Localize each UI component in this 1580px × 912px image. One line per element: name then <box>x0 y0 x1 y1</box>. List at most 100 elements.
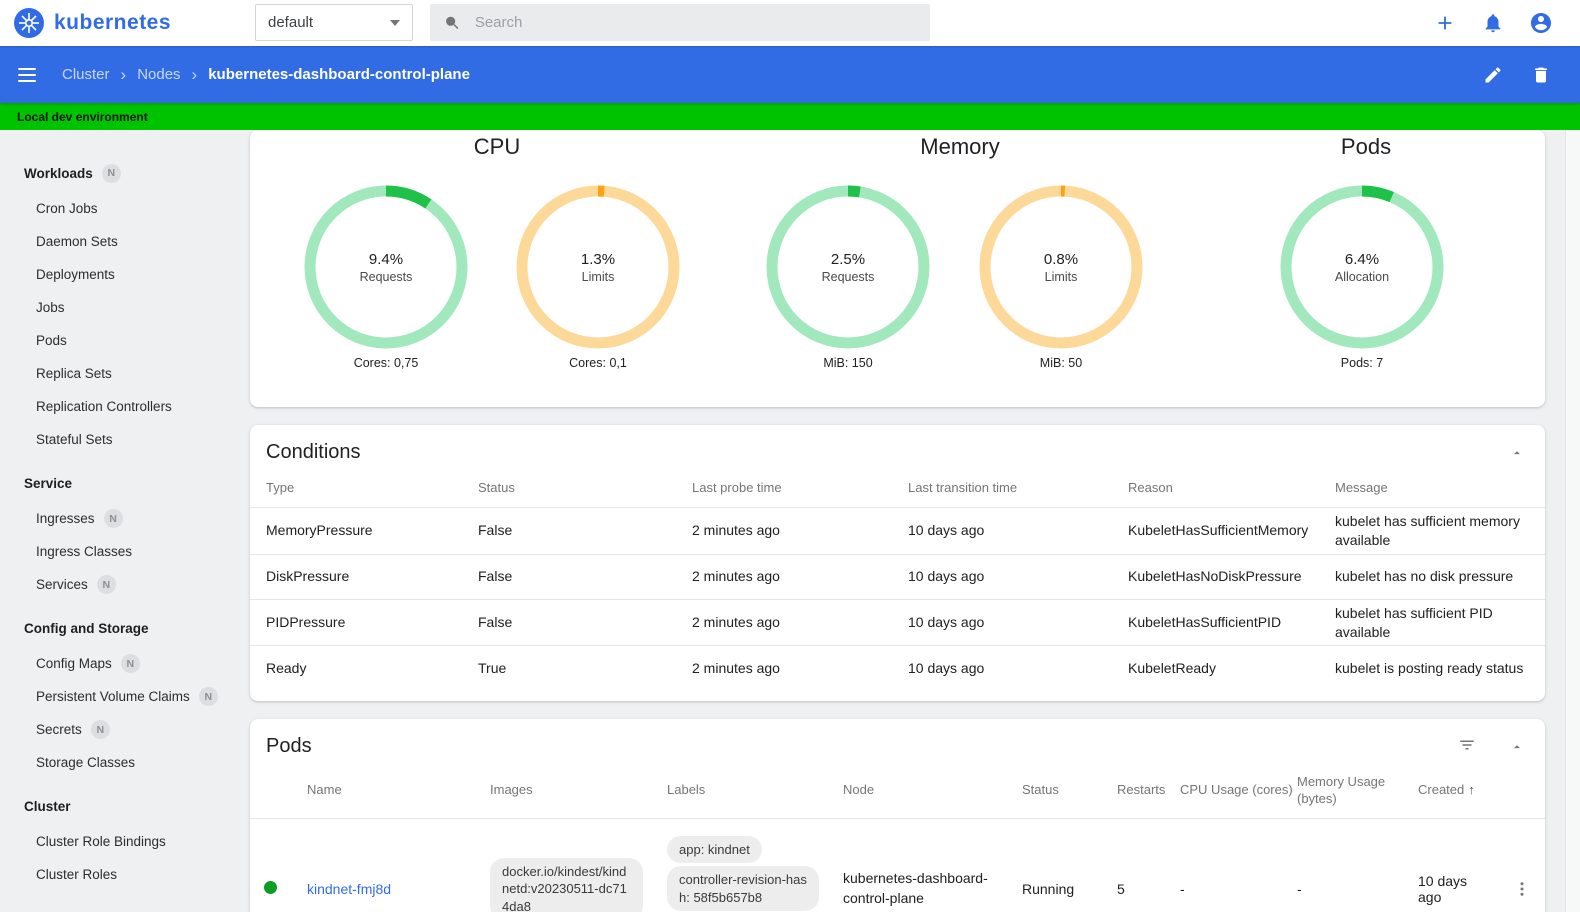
pods-title: Pods <box>266 735 312 757</box>
sidebar-item-label: Ingresses <box>36 511 95 526</box>
create-resource-button[interactable] <box>1433 11 1457 35</box>
conditions-collapse-button[interactable] <box>1505 441 1529 465</box>
column-header-memory-usage[interactable]: Memory Usage (bytes) <box>1281 766 1402 819</box>
column-header-message: Message <box>1319 472 1545 508</box>
environment-banner: Local dev environment <box>0 103 1580 130</box>
edit-button[interactable] <box>1481 63 1505 87</box>
sidebar-item-replication-controllers[interactable]: Replication Controllers <box>0 390 247 423</box>
sidebar-group-workloads[interactable]: Workloads N <box>0 154 247 192</box>
gauge-percent: 9.4% <box>368 250 404 268</box>
sidebar-group-cluster[interactable]: Cluster <box>0 787 247 825</box>
sidebar-item-label: Config Maps <box>36 656 112 671</box>
breadcrumb-separator-icon: › <box>191 65 198 84</box>
account-circle-icon <box>1531 13 1551 33</box>
pod-created: 10 days ago <box>1418 872 1468 905</box>
delete-button[interactable] <box>1529 63 1553 87</box>
pencil-icon <box>1485 66 1501 82</box>
gauge-percent: 0.8% <box>1043 250 1079 268</box>
top-app-bar: kubernetes default <box>0 0 1580 46</box>
search-input[interactable] <box>474 14 916 31</box>
sidebar-item-pods[interactable]: Pods <box>0 324 247 357</box>
cell-message: kubelet has sufficient PID available <box>1319 599 1545 647</box>
sidebar-item-replica-sets[interactable]: Replica Sets <box>0 357 247 390</box>
sidebar-item-cluster-role-bindings[interactable]: Cluster Role Bindings <box>0 825 247 858</box>
sidebar-item-cluster-roles[interactable]: Cluster Roles <box>0 858 247 891</box>
pod-name-link[interactable]: kindnet-fmj8d <box>307 881 391 897</box>
gauge-label: Limits <box>1044 269 1078 284</box>
pod-label-chip: controller-revision-hash: 58f5b657b8 <box>667 866 819 912</box>
column-header-created[interactable]: Created ↑ <box>1402 766 1494 819</box>
gauge-pods-allocation: 6.4% Allocation Pods: 7 <box>1277 182 1447 370</box>
column-header-images[interactable]: Images <box>474 766 651 819</box>
sidebar-item-jobs[interactable]: Jobs <box>0 291 247 324</box>
breadcrumb-cluster[interactable]: Cluster <box>62 66 110 83</box>
kubernetes-logo[interactable]: kubernetes <box>14 8 171 38</box>
cell-message: kubelet has sufficient memory available <box>1319 507 1545 555</box>
sidebar-item-daemon-sets[interactable]: Daemon Sets <box>0 225 247 258</box>
cell-message: kubelet has no disk pressure <box>1319 554 1545 600</box>
sidebar-item-persistent-volume-claims[interactable]: Persistent Volume Claims N <box>0 680 247 713</box>
allocation-card: CPU Memory Pods 9.4% Requests Cores: 0,7… <box>250 130 1545 407</box>
scrollbar[interactable] <box>1565 130 1580 912</box>
gauge-cpu-requests: 9.4% Requests Cores: 0,75 <box>301 182 471 370</box>
pod-row-menu-button[interactable] <box>1510 877 1534 901</box>
cell-last-probe: 2 minutes ago <box>676 599 892 647</box>
sidebar-item-cron-jobs[interactable]: Cron Jobs <box>0 192 247 225</box>
sidebar-item-label: Deployments <box>36 267 115 282</box>
pod-image-chip: docker.io/kindest/kindnetd:v20230511-dc7… <box>490 857 643 912</box>
sidebar-item-label: Ingress Classes <box>36 544 133 559</box>
sidebar-item-config-maps[interactable]: Config Maps N <box>0 647 247 680</box>
cell-status: False <box>462 507 676 555</box>
namespaced-badge: N <box>198 687 218 706</box>
filter-icon <box>1460 740 1474 750</box>
search-bar[interactable] <box>430 4 930 41</box>
chevron-down-icon <box>390 19 400 26</box>
sidebar-group-label: Config and Storage <box>24 620 149 636</box>
breadcrumb-nodes[interactable]: Nodes <box>137 66 180 83</box>
sidebar-group-label: Service <box>24 475 73 491</box>
notifications-button[interactable] <box>1481 11 1505 35</box>
sidebar-item-ingresses[interactable]: Ingresses N <box>0 502 247 535</box>
pods-collapse-button[interactable] <box>1505 735 1529 759</box>
created-header-label: Created <box>1418 782 1465 798</box>
cell-type: MemoryPressure <box>250 507 462 555</box>
column-header-restarts[interactable]: Restarts <box>1101 766 1165 819</box>
sidebar-item-ingress-classes[interactable]: Ingress Classes <box>0 535 247 568</box>
column-header-cpu-usage[interactable]: CPU Usage (cores) <box>1164 766 1293 819</box>
namespace-selector[interactable]: default <box>255 4 413 41</box>
sidebar-item-label: Daemon Sets <box>36 234 118 249</box>
arrow-up-icon <box>1514 451 1520 455</box>
sidebar-group-config-and-storage[interactable]: Config and Storage <box>0 609 247 647</box>
cell-status: True <box>478 660 507 677</box>
brand-title: kubernetes <box>54 11 172 34</box>
pod-status-ok-icon <box>264 880 277 894</box>
user-account-button[interactable] <box>1529 11 1553 35</box>
namespaced-badge: N <box>103 509 123 528</box>
sidebar-item-storage-classes[interactable]: Storage Classes <box>0 746 247 779</box>
gauge-footer: Cores: 0,75 <box>353 356 419 370</box>
column-header-node[interactable]: Node <box>827 766 1006 819</box>
namespaced-badge: N <box>90 720 110 739</box>
cell-type: DiskPressure <box>250 554 462 600</box>
pod-status: Running <box>1022 880 1075 897</box>
gauge-percent: 2.5% <box>830 250 866 268</box>
gauge-footer: Cores: 0,1 <box>569 356 627 370</box>
sidebar-group-label: Cluster <box>24 798 71 814</box>
sidebar-item-label: Cluster Role Bindings <box>36 834 166 849</box>
namespaced-badge: N <box>101 163 121 183</box>
column-header-status[interactable]: Status <box>1006 766 1101 819</box>
bell-icon <box>1485 14 1501 33</box>
gauge-label: Limits <box>581 269 615 284</box>
sidebar-item-stateful-sets[interactable]: Stateful Sets <box>0 423 247 456</box>
sidebar-item-services[interactable]: Services N <box>0 568 247 601</box>
sidebar-item-secrets[interactable]: Secrets N <box>0 713 247 746</box>
conditions-table: Type Status Last probe time Last transit… <box>250 472 1545 691</box>
page-title: kubernetes-dashboard-control-plane <box>208 66 470 83</box>
column-header-name[interactable]: Name <box>291 766 474 819</box>
pods-filter-button[interactable] <box>1455 733 1479 757</box>
pod-cpu-usage: - <box>1180 880 1185 897</box>
gauge-footer: Pods: 7 <box>1340 356 1384 370</box>
sidebar-item-deployments[interactable]: Deployments <box>0 258 247 291</box>
sidebar-group-service[interactable]: Service <box>0 464 247 502</box>
menu-button[interactable] <box>18 63 42 87</box>
